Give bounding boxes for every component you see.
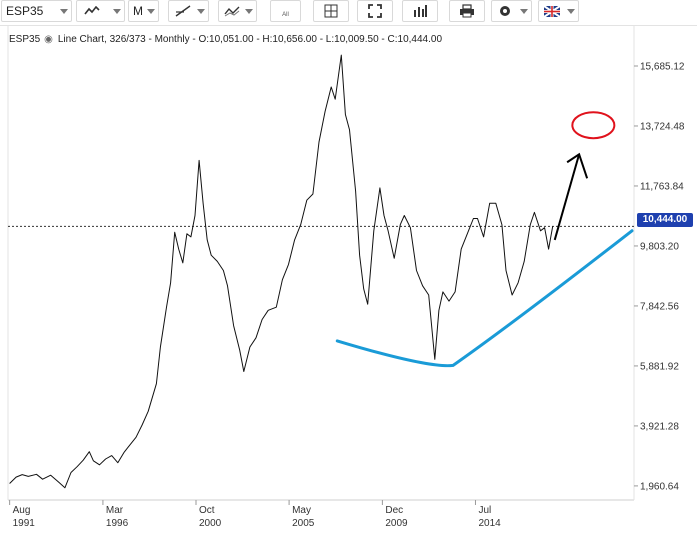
- x-tick-month: Mar: [106, 505, 124, 516]
- chevron-down-icon: [147, 9, 155, 14]
- chart-header: ESP35 ◉ Line Chart, 326/373 - Monthly - O:…: [9, 34, 442, 45]
- x-tick-month: Jul: [478, 505, 491, 516]
- print-icon: [459, 4, 475, 18]
- x-tick-month: May: [292, 505, 311, 516]
- all-indicators-button[interactable]: All: [270, 0, 301, 22]
- bar-chart-icon: [413, 4, 427, 18]
- symbol-dropdown[interactable]: ESP35: [1, 0, 72, 22]
- current-price-badge: 10,444.00: [637, 213, 693, 227]
- eye-icon[interactable]: ◉: [44, 34, 53, 45]
- chevron-down-icon: [113, 9, 121, 14]
- indicators-icon: [219, 5, 240, 17]
- chart-panel[interactable]: 15,685.12 13,724.48 11,763.84 9,803.20 7,842…: [0, 25, 697, 535]
- volume-toggle-button[interactable]: [402, 0, 438, 22]
- x-tick-month: Dec: [385, 505, 403, 516]
- chart-ohlc-text: Line Chart, 326/373 - Monthly - O:10,051…: [57, 34, 443, 45]
- indicators-dropdown[interactable]: [218, 0, 257, 22]
- interval-label: M: [133, 4, 143, 18]
- chevron-down-icon: [520, 9, 528, 14]
- chart-canvas[interactable]: 15,685.12 13,724.48 11,763.84 9,803.20 7,842…: [0, 26, 697, 535]
- fullscreen-grid-icon: [324, 4, 338, 18]
- draw-line-icon: [169, 5, 191, 17]
- chart-symbol: ESP35: [9, 34, 41, 45]
- line-chart-icon: [77, 6, 100, 16]
- settings-dropdown[interactable]: [491, 0, 532, 22]
- trend-curve-annotation: [335, 229, 634, 368]
- flag-uk-icon: [539, 5, 560, 17]
- y-tick-label: 11,763.84: [640, 181, 684, 192]
- chart-widget: ESP35 M All 15,685.12 13,724.48 11,763.8…: [0, 0, 697, 535]
- x-tick-year: 2000: [199, 518, 222, 529]
- interval-dropdown[interactable]: M: [128, 0, 159, 22]
- y-tick-label: 3,921.28: [640, 421, 679, 432]
- x-tick-month: Oct: [199, 505, 215, 516]
- chart-toolbar: ESP35 M All: [0, 0, 697, 25]
- draw-tools-dropdown[interactable]: [168, 0, 209, 22]
- language-dropdown[interactable]: [538, 0, 579, 22]
- chevron-down-icon: [567, 9, 575, 14]
- chevron-down-icon: [245, 9, 253, 14]
- x-tick-year: 2009: [385, 518, 408, 529]
- x-tick-year: 2005: [292, 518, 315, 529]
- expand-button[interactable]: [357, 0, 393, 22]
- arrow-annotation: [553, 153, 581, 241]
- expand-icon: [368, 4, 382, 18]
- y-tick-label: 13,724.48: [640, 121, 685, 132]
- all-label: All: [282, 12, 289, 18]
- chart-type-dropdown[interactable]: [76, 0, 125, 22]
- y-tick-label: 15,685.12: [640, 61, 685, 72]
- x-tick-year: 1991: [13, 518, 36, 529]
- grid-toggle-button[interactable]: [313, 0, 349, 22]
- y-tick-label: 7,842.56: [640, 301, 679, 312]
- symbol-label: ESP35: [6, 4, 44, 18]
- y-tick-label: 9,803.20: [640, 241, 679, 252]
- x-tick-year: 2014: [478, 518, 501, 529]
- x-tick-year: 1996: [106, 518, 129, 529]
- target-circle-annotation: [571, 111, 616, 140]
- y-tick-label: 5,881.92: [640, 361, 679, 372]
- print-button[interactable]: [449, 0, 485, 22]
- chevron-down-icon: [60, 9, 68, 14]
- chevron-down-icon: [197, 9, 205, 14]
- y-tick-label: 1,960.64: [640, 481, 679, 492]
- price-series-line: [9, 54, 554, 489]
- x-tick-month: Aug: [13, 505, 31, 516]
- settings-icon: [492, 4, 512, 18]
